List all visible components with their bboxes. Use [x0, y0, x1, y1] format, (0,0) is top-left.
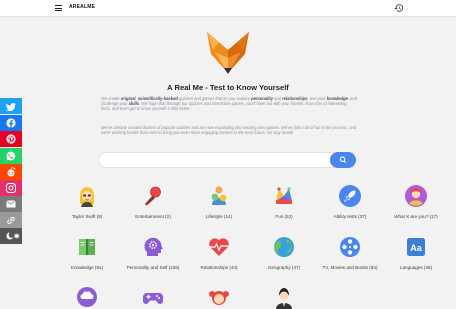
share-pinterest-button[interactable]: [0, 131, 22, 147]
taylor-swift-icon: [80, 187, 94, 207]
category-label: TV, Movies and Books (84): [322, 265, 378, 270]
page-title: A Real Me - Test to Know Yourself: [167, 83, 289, 92]
girl-icon: [209, 291, 229, 305]
search-input[interactable]: [105, 155, 329, 167]
search-button[interactable]: [330, 152, 356, 168]
history-icon[interactable]: [394, 3, 404, 13]
brain-icon: [77, 287, 97, 307]
rocket-icon: [339, 185, 361, 207]
share-twitter-button[interactable]: [0, 98, 22, 114]
facebook-icon: [6, 118, 16, 128]
share-facebook-button[interactable]: [0, 115, 22, 131]
category-label: Entertainment (2): [135, 214, 171, 219]
email-icon: [6, 200, 16, 208]
avatar-icon: [405, 185, 427, 207]
intro-paragraph-2: We've already created dozens of popular …: [101, 125, 357, 136]
svg-text:Aa: Aa: [410, 243, 422, 253]
category-label: Fun (52): [275, 214, 293, 219]
category-label: Ability tests (37): [333, 214, 367, 219]
book-icon: [79, 239, 95, 255]
gamepad-icon: [143, 293, 163, 304]
globe-icon: [274, 237, 294, 257]
fox-logo-icon: [207, 32, 249, 74]
hamburger-menu-icon[interactable]: [55, 5, 62, 11]
category-label: Lifestyle (14): [205, 214, 233, 219]
share-dark-mode-button[interactable]: [0, 228, 22, 244]
category-label: Languages (46): [399, 265, 433, 270]
reddit-icon: [7, 167, 16, 177]
head-gears-icon: [144, 237, 163, 256]
search-icon: [339, 156, 347, 163]
heartbeat-icon: [209, 238, 229, 256]
film-reel-icon: [340, 237, 360, 257]
whatsapp-icon: [6, 151, 16, 161]
jester-hat-icon: [276, 187, 292, 204]
instagram-icon: [6, 183, 16, 193]
share-whatsapp-button[interactable]: [0, 148, 22, 164]
share-copy-link-button[interactable]: [0, 212, 22, 228]
category-label: Taylor Swift (8): [71, 214, 103, 219]
language-icon: Aa: [407, 238, 425, 256]
category-label: Geography (47): [267, 265, 301, 270]
category-label: Personality and Self (136): [126, 265, 180, 270]
dark-mode-icon: [6, 231, 20, 240]
category-label: Knowledge (91): [70, 265, 104, 270]
brand-logo-text[interactable]: AREALME: [69, 4, 95, 10]
share-reddit-button[interactable]: [0, 164, 22, 180]
category-label: What X are you? (17): [394, 214, 438, 219]
twitter-icon: [5, 103, 16, 111]
man-icon: [276, 288, 292, 309]
intro-paragraph-1: We create original, scientifically-backe…: [101, 96, 357, 111]
share-email-button[interactable]: [0, 196, 22, 212]
pinterest-icon: [6, 134, 16, 144]
search-bar: [98, 152, 356, 168]
microphone-icon: [145, 186, 161, 206]
category-label: Relationships (44): [200, 265, 238, 270]
share-instagram-button[interactable]: [0, 180, 22, 196]
top-bar: AREALME: [0, 0, 456, 17]
lifestyle-icon: [211, 186, 227, 205]
copy-link-icon: [7, 217, 15, 224]
